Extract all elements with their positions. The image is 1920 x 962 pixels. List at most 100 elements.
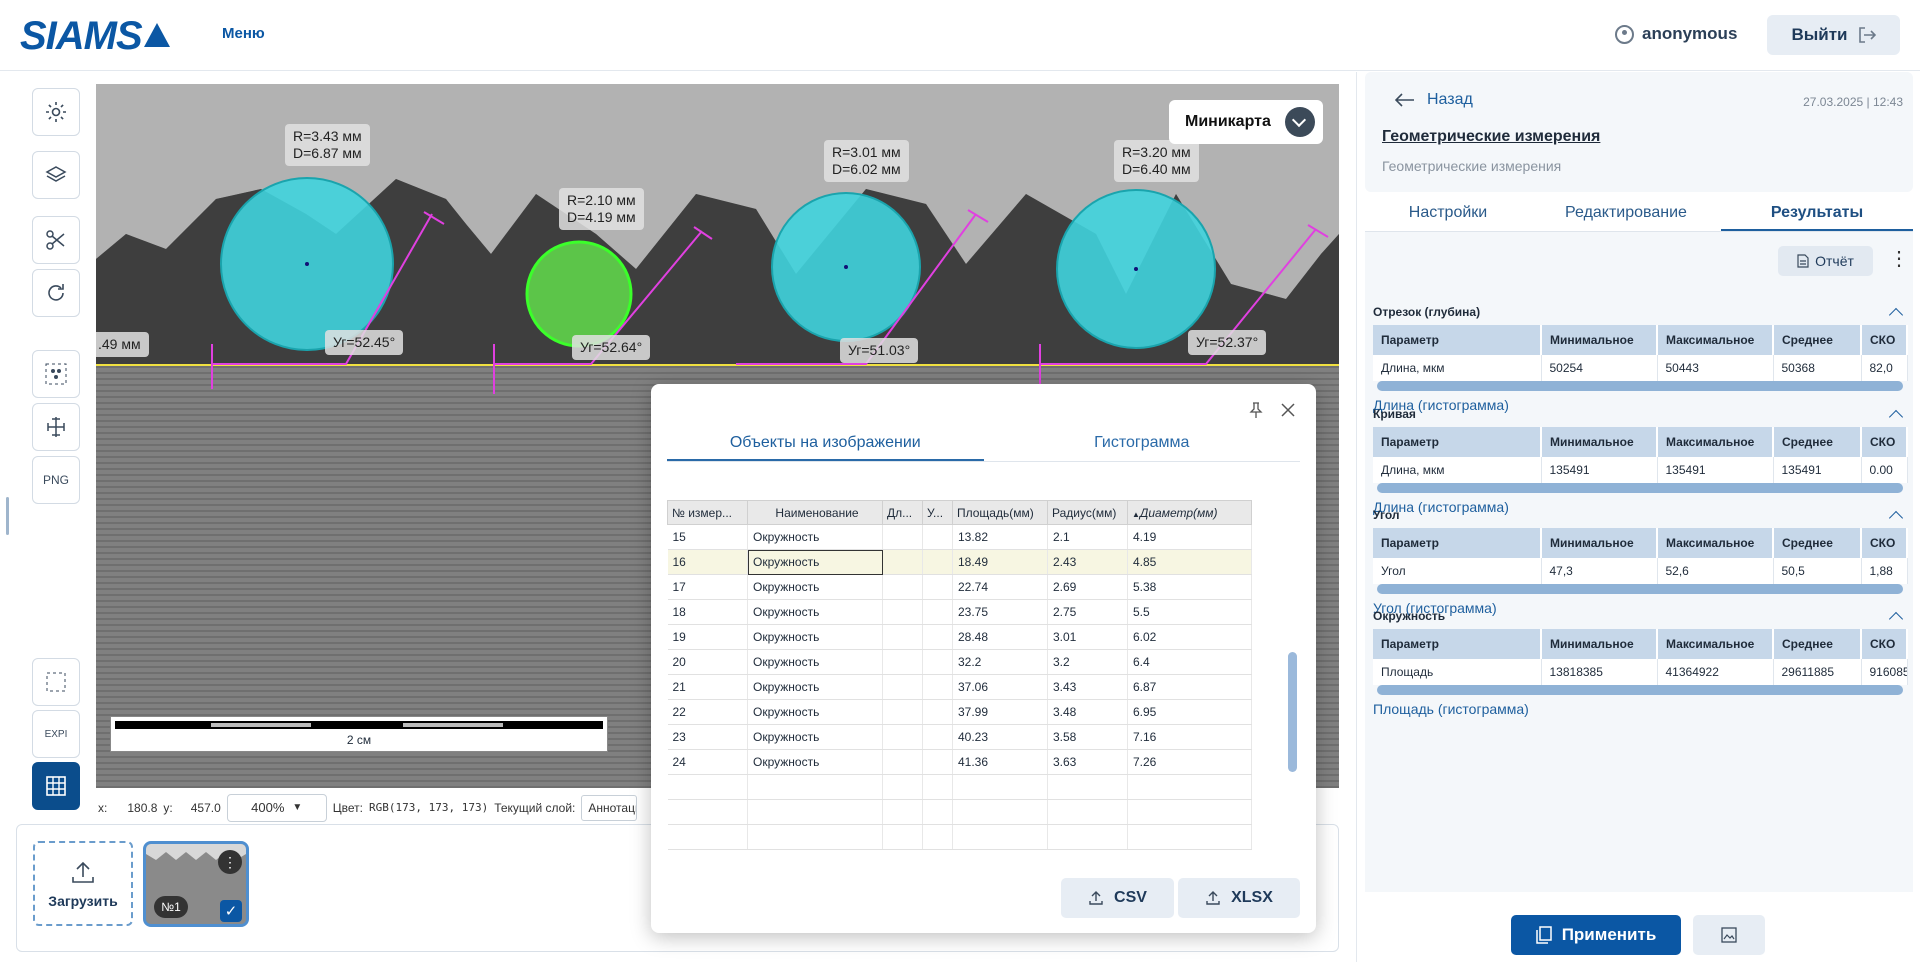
export-xlsx-button[interactable]: XLSX: [1178, 878, 1300, 918]
table-cell[interactable]: 3.63: [1047, 749, 1128, 775]
select-area-button[interactable]: [32, 658, 80, 706]
chevron-up-icon[interactable]: [1888, 307, 1904, 323]
exp-button[interactable]: EXPI: [32, 710, 80, 758]
table-cell[interactable]: 3.48: [1047, 699, 1128, 725]
table-cell[interactable]: 5.5: [1127, 599, 1252, 625]
table-cell[interactable]: 19: [667, 624, 748, 650]
table-cell[interactable]: 3.58: [1047, 724, 1128, 750]
left-collapse-handle[interactable]: [6, 497, 9, 535]
table-cell[interactable]: 20: [667, 649, 748, 675]
horizontal-scrollbar[interactable]: [1377, 381, 1903, 391]
layer-select[interactable]: Аннотация: [581, 794, 638, 821]
table-cell[interactable]: 7.26: [1127, 749, 1252, 775]
table-cell[interactable]: Окружность: [747, 549, 883, 575]
rotate-button[interactable]: [32, 269, 80, 317]
table-row[interactable]: 20 Окружность 32.2 3.2 6.4: [667, 649, 1252, 675]
horizontal-scrollbar[interactable]: [1377, 483, 1903, 493]
more-options-icon[interactable]: ⋮: [1889, 246, 1909, 271]
column-header[interactable]: Радиус(мм): [1047, 500, 1128, 525]
table-scrollbar[interactable]: [1288, 652, 1297, 772]
table-cell[interactable]: [922, 699, 953, 725]
report-button[interactable]: Отчёт: [1778, 246, 1873, 276]
column-header-sorted[interactable]: ▲Диаметр(мм): [1127, 500, 1252, 525]
column-header[interactable]: У...: [922, 500, 953, 525]
table-cell[interactable]: [882, 624, 923, 650]
close-icon[interactable]: [1281, 403, 1295, 417]
cut-button[interactable]: [32, 216, 80, 264]
table-cell[interactable]: Окружность: [747, 724, 883, 750]
check-icon[interactable]: ✓: [220, 900, 242, 922]
image-button[interactable]: [1693, 915, 1765, 955]
table-cell[interactable]: 23: [667, 724, 748, 750]
settings-button[interactable]: [32, 88, 80, 136]
table-cell[interactable]: 17: [667, 574, 748, 600]
table-cell[interactable]: 22.74: [952, 574, 1048, 600]
table-row[interactable]: 24 Окружность 41.36 3.63 7.26: [667, 749, 1252, 775]
objects-button[interactable]: [32, 350, 80, 398]
table-cell[interactable]: [922, 674, 953, 700]
tab-objects[interactable]: Объекты на изображении: [667, 426, 984, 461]
minimap-toggle[interactable]: Миникарта: [1169, 100, 1323, 144]
table-row[interactable]: 22 Окружность 37.99 3.48 6.95: [667, 699, 1252, 725]
table-cell[interactable]: Окружность: [747, 624, 883, 650]
table-cell[interactable]: [922, 724, 953, 750]
table-cell[interactable]: 5.38: [1127, 574, 1252, 600]
section-title[interactable]: Окружность: [1373, 609, 1907, 629]
table-cell[interactable]: Окружность: [747, 649, 883, 675]
table-cell[interactable]: [882, 699, 923, 725]
table-cell[interactable]: 21: [667, 674, 748, 700]
table-cell[interactable]: [882, 599, 923, 625]
chevron-up-icon[interactable]: [1888, 409, 1904, 425]
table-cell[interactable]: 40.23: [952, 724, 1048, 750]
export-csv-button[interactable]: CSV: [1061, 878, 1174, 918]
table-cell[interactable]: 22: [667, 699, 748, 725]
table-cell[interactable]: 13.82: [952, 524, 1048, 550]
table-cell[interactable]: 15: [667, 524, 748, 550]
menu-link[interactable]: Меню: [222, 25, 265, 42]
horizontal-scrollbar[interactable]: [1377, 584, 1903, 594]
measure-button[interactable]: [32, 403, 80, 451]
section-title[interactable]: Отрезок (глубина): [1373, 305, 1907, 325]
table-cell[interactable]: 4.19: [1127, 524, 1252, 550]
table-cell[interactable]: [922, 599, 953, 625]
table-cell[interactable]: [922, 624, 953, 650]
column-header[interactable]: Наименование: [747, 500, 883, 525]
table-cell[interactable]: 37.99: [952, 699, 1048, 725]
section-title[interactable]: Кривая: [1373, 407, 1907, 427]
table-cell[interactable]: 4.85: [1127, 549, 1252, 575]
table-cell[interactable]: 3.43: [1047, 674, 1128, 700]
chevron-up-icon[interactable]: [1888, 510, 1904, 526]
more-options-icon[interactable]: ⋮: [218, 850, 242, 874]
table-cell[interactable]: 6.87: [1127, 674, 1252, 700]
image-thumbnail[interactable]: ⋮ №1 ✓: [143, 841, 249, 927]
table-cell[interactable]: [882, 649, 923, 675]
table-cell[interactable]: Окружность: [747, 699, 883, 725]
column-header[interactable]: № измер...: [667, 500, 748, 525]
table-cell[interactable]: 18.49: [952, 549, 1048, 575]
export-png-button[interactable]: PNG: [32, 456, 80, 504]
table-cell[interactable]: 2.75: [1047, 599, 1128, 625]
table-cell[interactable]: Окружность: [747, 749, 883, 775]
table-cell[interactable]: Окружность: [747, 574, 883, 600]
table-row[interactable]: 18 Окружность 23.75 2.75 5.5: [667, 599, 1252, 625]
table-cell[interactable]: 24: [667, 749, 748, 775]
zoom-select[interactable]: 400% ▼: [226, 793, 327, 822]
table-button[interactable]: [32, 762, 80, 810]
table-row[interactable]: 21 Окружность 37.06 3.43 6.87: [667, 674, 1252, 700]
table-row[interactable]: 15 Окружность 13.82 2.1 4.19: [667, 524, 1252, 550]
section-title[interactable]: Угол: [1373, 508, 1907, 528]
user-info[interactable]: anonymous: [1615, 24, 1737, 44]
table-cell[interactable]: 6.4: [1127, 649, 1252, 675]
table-cell[interactable]: Окружность: [747, 674, 883, 700]
table-row[interactable]: 19 Окружность 28.48 3.01 6.02: [667, 624, 1252, 650]
table-cell[interactable]: 18: [667, 599, 748, 625]
chevron-up-icon[interactable]: [1888, 611, 1904, 627]
histogram-link[interactable]: Площадь (гистограмма): [1373, 701, 1907, 717]
table-cell[interactable]: 32.2: [952, 649, 1048, 675]
siams-logo[interactable]: SIAMS: [20, 14, 170, 59]
table-cell[interactable]: 16: [667, 549, 748, 575]
table-cell[interactable]: Окружность: [747, 524, 883, 550]
table-cell[interactable]: [882, 524, 923, 550]
horizontal-scrollbar[interactable]: [1377, 685, 1903, 695]
apply-button[interactable]: Применить: [1511, 915, 1681, 955]
